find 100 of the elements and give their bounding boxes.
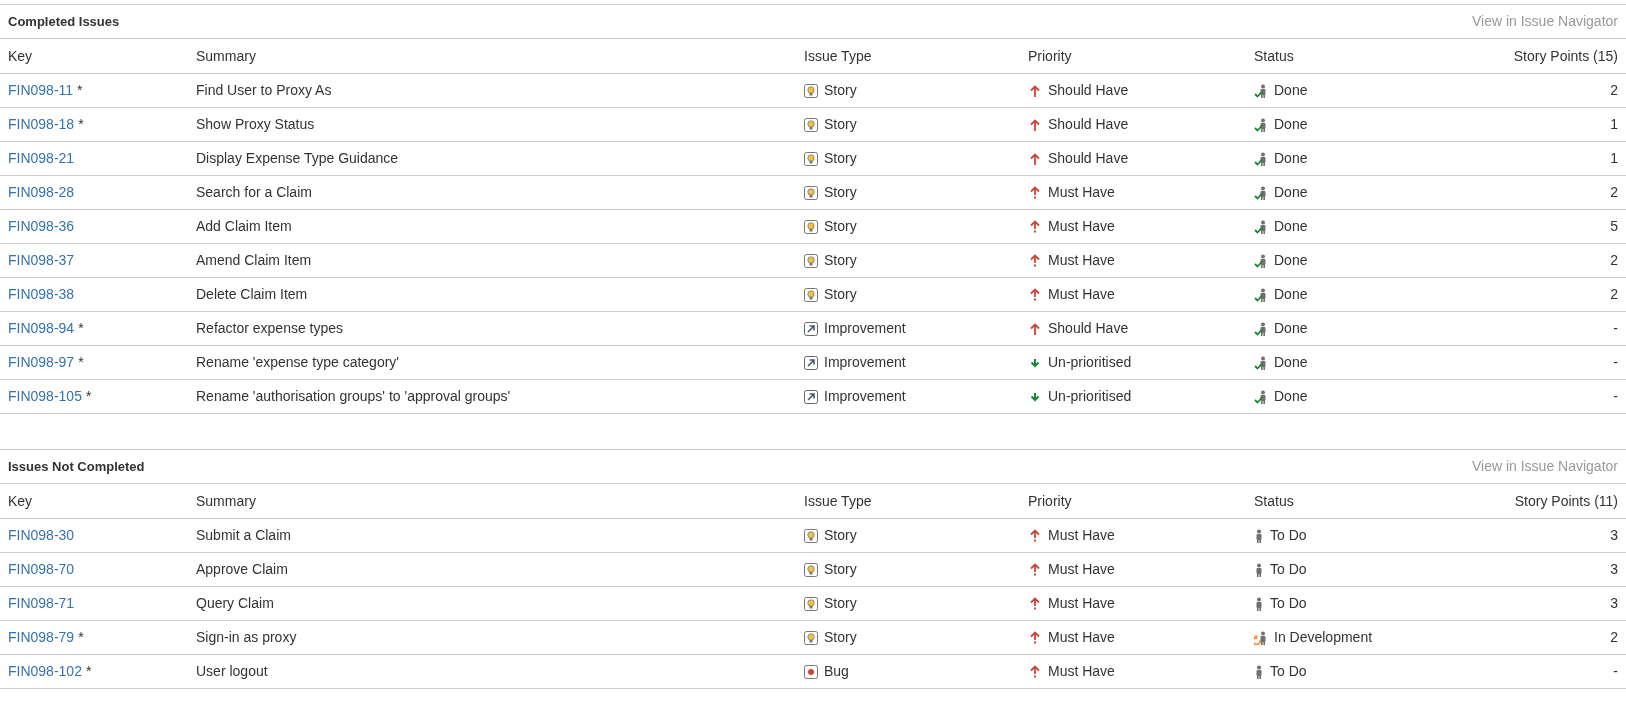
column-header: Summary [196, 492, 256, 509]
column-header: Issue Type [804, 492, 872, 509]
arrow-up-icon [1030, 118, 1040, 131]
arrow-up-icon [1030, 84, 1040, 97]
priority-text: Must Have [1048, 251, 1115, 270]
priority-text: Should Have [1048, 149, 1129, 168]
issue-key-link[interactable]: FIN098-37 [8, 250, 75, 271]
issue-type-text: Story [824, 560, 857, 579]
issue-type-text: Story [824, 183, 857, 202]
priority-text: Must Have [1048, 217, 1115, 236]
lightbulb-icon [804, 630, 818, 645]
issue-type-text: Story [824, 285, 857, 304]
issue-type-text: Story [824, 594, 857, 613]
summary-text: Delete Claim Item [196, 286, 308, 302]
asterisk-marker: * [78, 353, 84, 372]
summary-text: Search for a Claim [196, 184, 312, 200]
issue-key-link[interactable]: FIN098-36 [8, 216, 75, 237]
column-header: Priority [1028, 492, 1072, 509]
status-text: To Do [1270, 594, 1307, 613]
arrow-icon [804, 355, 818, 370]
arrow-icon [804, 321, 818, 336]
summary-text: Show Proxy Status [196, 116, 315, 132]
story-points-text: - [1613, 319, 1618, 338]
story-points-text: 3 [1610, 594, 1618, 613]
priority-text: Should Have [1048, 319, 1129, 338]
lightbulb-icon [804, 287, 818, 302]
issue-key-link[interactable]: FIN098-102 [8, 661, 82, 682]
summary-text: Submit a Claim [196, 527, 291, 543]
priority-text: Must Have [1048, 285, 1115, 304]
person-icon [1254, 596, 1265, 611]
person-check-icon [1254, 253, 1269, 268]
lightbulb-icon [804, 528, 818, 543]
column-header: Key [8, 492, 33, 509]
summary-text: Refactor expense types [196, 320, 344, 336]
section-title: Completed Issues [8, 12, 120, 31]
column-header: Key [8, 47, 33, 64]
person-check-icon [1254, 355, 1269, 370]
person-check-icon [1254, 117, 1269, 132]
issue-key-link[interactable]: FIN098-97 [8, 352, 75, 373]
arrow-up-icon [1030, 152, 1040, 165]
person-check-icon [1254, 185, 1269, 200]
arrow-up-icon [1030, 597, 1040, 610]
arrow-up-icon [1030, 322, 1040, 335]
arrow-up-icon [1030, 220, 1040, 233]
summary-text: Display Expense Type Guidance [196, 150, 399, 166]
issue-key-link[interactable]: FIN098-11 [8, 80, 74, 101]
issue-key-link[interactable]: FIN098-105 [8, 386, 82, 407]
person-check-icon [1254, 389, 1269, 404]
arrow-up-icon [1030, 254, 1040, 267]
issue-key-link[interactable]: FIN098-38 [8, 284, 75, 305]
story-points-text: 3 [1610, 526, 1618, 545]
issue-key-link[interactable]: FIN098-70 [8, 559, 75, 580]
issue-key-link[interactable]: FIN098-30 [8, 525, 75, 546]
issue-navigator-link[interactable]: View in Issue Navigator [1471, 456, 1618, 477]
lightbulb-icon [804, 117, 818, 132]
story-points-text: 1 [1610, 149, 1618, 168]
issue-key-link[interactable]: FIN098-18 [8, 114, 75, 135]
priority-text: Must Have [1048, 594, 1115, 613]
summary-text: User logout [196, 663, 268, 679]
person-icon [1254, 562, 1265, 577]
issue-key-link[interactable]: FIN098-21 [8, 148, 75, 169]
summary-text: Sign-in as proxy [196, 629, 297, 645]
issue-key-link[interactable]: FIN098-71 [8, 593, 75, 614]
story-points-text: 2 [1610, 183, 1618, 202]
issue-type-text: Story [824, 628, 857, 647]
lightbulb-icon [804, 253, 818, 268]
arrow-down-icon [1030, 357, 1040, 368]
lightbulb-icon [804, 151, 818, 166]
priority-text: Must Have [1048, 526, 1115, 545]
summary-text: Approve Claim [196, 561, 288, 577]
summary-text: Find User to Proxy As [196, 82, 332, 98]
priority-text: Un-prioritised [1048, 387, 1132, 406]
lightbulb-icon [804, 83, 818, 98]
issue-navigator-link[interactable]: View in Issue Navigator [1471, 11, 1618, 32]
issue-key-link[interactable]: FIN098-79 [8, 627, 75, 648]
summary-text: Rename 'expense type category' [196, 354, 400, 370]
asterisk-marker: * [77, 81, 83, 100]
issue-type-text: Story [824, 251, 857, 270]
asterisk-marker: * [85, 387, 92, 406]
lightbulb-icon [804, 596, 818, 611]
status-text: Done [1274, 251, 1308, 270]
asterisk-marker: * [78, 115, 84, 134]
person-check-icon [1254, 287, 1269, 302]
person-check-icon [1254, 219, 1269, 234]
issue-key-link[interactable]: FIN098-94 [8, 318, 75, 339]
status-text: Done [1274, 183, 1308, 202]
lightbulb-icon [804, 219, 818, 234]
person-check-icon [1254, 83, 1269, 98]
arrow-up-icon [1030, 186, 1040, 199]
issue-key-link[interactable]: FIN098-28 [8, 182, 75, 203]
person-icon [1254, 664, 1265, 679]
asterisk-marker: * [85, 662, 92, 681]
person-check-icon [1254, 321, 1269, 336]
column-header: Status [1254, 492, 1294, 509]
priority-text: Must Have [1048, 183, 1115, 202]
summary-text: Amend Claim Item [196, 252, 312, 268]
status-text: In Development [1274, 628, 1373, 647]
story-points-text: 2 [1610, 251, 1618, 270]
arrow-up-icon [1030, 563, 1040, 576]
story-points-text: - [1613, 662, 1618, 681]
